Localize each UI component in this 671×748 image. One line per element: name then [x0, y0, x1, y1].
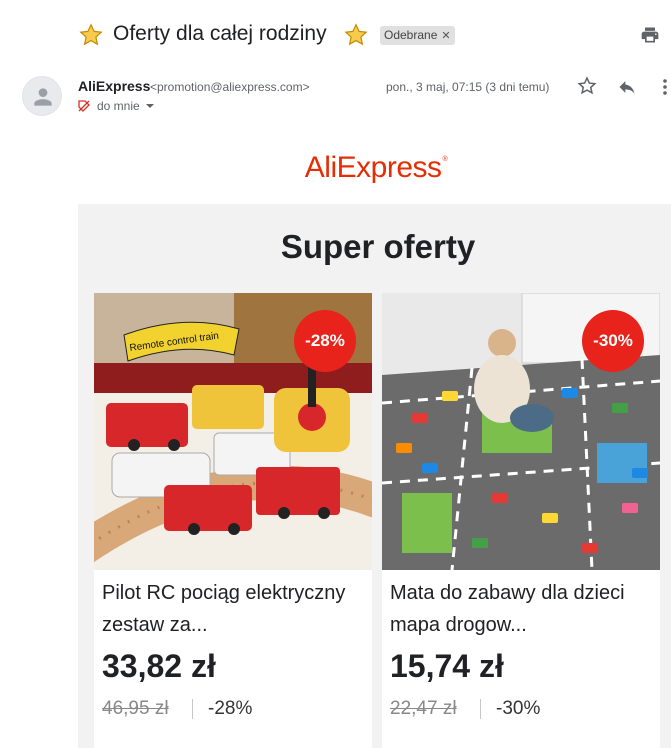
chevron-down-icon[interactable]	[145, 104, 154, 108]
promo-panel: Super oferty Remote control train -28% P…	[78, 204, 671, 748]
sender-name[interactable]: AliExpress	[78, 78, 150, 94]
discount-badge: -28%	[294, 310, 356, 372]
brand-text: AliExpress	[304, 151, 442, 184]
recipient-text: do mnie	[97, 99, 140, 113]
email-subject: Oferty dla całej rodziny	[113, 22, 327, 45]
inbox-label-chip[interactable]: Odebrane ✕	[380, 26, 455, 45]
avatar[interactable]	[22, 76, 62, 116]
product-discount: -28%	[208, 698, 253, 719]
print-icon[interactable]	[640, 25, 660, 45]
sender-email: <promotion@aliexpress.com>	[150, 80, 310, 94]
discount-badge: -30%	[582, 310, 644, 372]
product-image-train[interactable]: Remote control train -28%	[94, 293, 372, 570]
sender-row: AliExpress <promotion@aliexpress.com> do…	[0, 70, 671, 130]
recipient-line[interactable]: do mnie	[78, 99, 154, 113]
product-card[interactable]: -30% Mata do zabawy dla dzieci mapa drog…	[382, 293, 660, 748]
product-old-price: 22,47 zł	[390, 698, 457, 719]
product-price: 15,74 zł	[390, 648, 504, 684]
subject-row: Oferty dla całej rodziny Odebrane ✕	[0, 0, 671, 70]
price-divider	[192, 699, 193, 719]
promo-heading: Super oferty	[280, 228, 476, 265]
reply-icon[interactable]	[617, 77, 637, 97]
email-date: pon., 3 maj, 07:15 (3 dni temu)	[386, 80, 550, 94]
tag-icon	[78, 100, 90, 112]
avatar-icon	[34, 88, 52, 106]
product-card[interactable]: Remote control train -28% Pilot RC pocią…	[94, 293, 372, 748]
star-icon	[344, 23, 368, 47]
brand-trademark: ®	[442, 156, 448, 163]
star-icon	[79, 23, 103, 47]
product-name[interactable]: Mata do zabawy dla dzieci mapa drogow...	[390, 577, 654, 641]
product-image-playmat[interactable]: -30%	[382, 293, 660, 570]
product-discount: -30%	[496, 698, 541, 719]
product-old-price: 46,95 zł	[102, 698, 169, 719]
label-text: Odebrane	[384, 28, 438, 42]
product-name[interactable]: Pilot RC pociąg elektryczny zestaw za...	[102, 577, 366, 641]
price-divider	[480, 699, 481, 719]
product-price: 33,82 zł	[102, 648, 216, 684]
aliexpress-logo[interactable]: AliExpress®	[0, 151, 671, 185]
star-outline-icon[interactable]	[577, 76, 597, 96]
more-vert-icon[interactable]	[660, 77, 670, 97]
close-icon[interactable]: ✕	[441, 30, 450, 42]
